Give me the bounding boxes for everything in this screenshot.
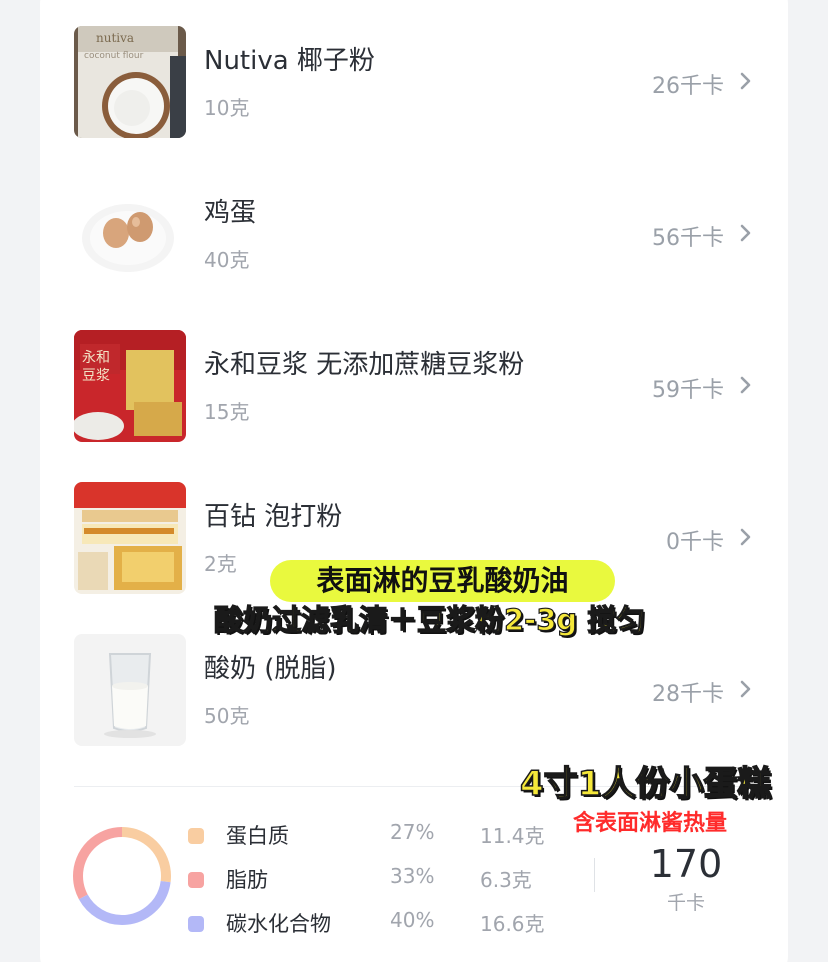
food-item-amount: 40克 bbox=[204, 248, 250, 272]
macro-percent: 27% bbox=[390, 820, 435, 844]
food-item-amount: 10克 bbox=[204, 96, 250, 120]
food-item-calories: 26千卡 bbox=[652, 74, 724, 99]
food-item-soy-milk-powder[interactable]: 永和 豆浆 永和豆浆 无添加蔗糖豆浆粉 15克 59千卡 bbox=[74, 330, 764, 442]
food-item-egg[interactable]: 鸡蛋 40克 56千卡 bbox=[74, 178, 764, 290]
macro-donut-chart bbox=[73, 827, 171, 925]
food-item-amount: 15克 bbox=[204, 400, 250, 424]
overlay-sauce-note: 含表面淋酱热量 bbox=[573, 811, 728, 836]
macro-name: 碳水化合物 bbox=[226, 912, 331, 936]
yogurt-image bbox=[74, 634, 186, 746]
food-item-calories: 28千卡 bbox=[652, 682, 724, 707]
baking-powder-image bbox=[74, 482, 186, 594]
eggs-image bbox=[74, 178, 186, 290]
macro-percent: 33% bbox=[390, 864, 435, 888]
macro-row-carbs: 碳水化合物 40% 16.6克 bbox=[188, 908, 568, 938]
chevron-right-icon bbox=[740, 376, 751, 394]
chevron-right-icon bbox=[740, 72, 751, 90]
macro-row-protein: 蛋白质 27% 11.4克 bbox=[188, 820, 568, 850]
coconut-flour-image: nutiva coconut flour bbox=[74, 26, 186, 138]
macro-amount: 6.3克 bbox=[480, 868, 532, 892]
macro-name: 脂肪 bbox=[226, 868, 268, 892]
soy-milk-powder-image: 永和 豆浆 bbox=[74, 330, 186, 442]
total-calories-unit: 千卡 bbox=[666, 892, 705, 914]
food-item-name: 酸奶 (脱脂) bbox=[204, 654, 337, 684]
food-item-amount: 2克 bbox=[204, 552, 237, 576]
total-calories: 170 bbox=[649, 842, 723, 886]
food-item-amount: 50克 bbox=[204, 704, 250, 728]
overlay-title-sticker: 表面淋的豆乳酸奶油 bbox=[270, 560, 615, 602]
overlay-cake-note: 4寸1人份小蛋糕 bbox=[519, 763, 772, 805]
overlay-subtitle-sticker: 酸奶过滤乳清＋豆浆粉2-3g 搅匀 bbox=[213, 602, 646, 637]
macro-amount: 11.4克 bbox=[480, 824, 545, 848]
food-item-yogurt[interactable]: 酸奶 (脱脂) 50克 28千卡 bbox=[74, 634, 764, 746]
macro-row-fat: 脂肪 33% 6.3克 bbox=[188, 864, 568, 894]
protein-color-dot bbox=[188, 828, 204, 844]
macro-percent: 40% bbox=[390, 908, 435, 932]
chevron-right-icon bbox=[740, 528, 751, 546]
svg-text:豆浆: 豆浆 bbox=[82, 368, 110, 384]
food-item-name: Nutiva 椰子粉 bbox=[204, 46, 375, 76]
chevron-right-icon bbox=[740, 224, 751, 242]
food-item-calories: 0千卡 bbox=[666, 530, 724, 555]
summary-separator bbox=[594, 858, 595, 892]
macro-amount: 16.6克 bbox=[480, 912, 545, 936]
svg-text:永和: 永和 bbox=[82, 350, 110, 366]
svg-text:coconut flour: coconut flour bbox=[84, 51, 144, 61]
svg-text:nutiva: nutiva bbox=[96, 31, 134, 45]
food-item-name: 鸡蛋 bbox=[204, 198, 257, 228]
chevron-right-icon bbox=[740, 680, 751, 698]
food-item-name: 永和豆浆 无添加蔗糖豆浆粉 bbox=[204, 350, 525, 380]
food-item-calories: 56千卡 bbox=[652, 226, 724, 251]
food-item-calories: 59千卡 bbox=[652, 378, 724, 403]
fat-color-dot bbox=[188, 872, 204, 888]
food-item-name: 百钻 泡打粉 bbox=[204, 502, 343, 532]
macro-name: 蛋白质 bbox=[226, 824, 289, 848]
food-item-coconut-flour[interactable]: nutiva coconut flour Nutiva 椰子粉 10克 26千卡 bbox=[74, 26, 764, 138]
carbs-color-dot bbox=[188, 916, 204, 932]
